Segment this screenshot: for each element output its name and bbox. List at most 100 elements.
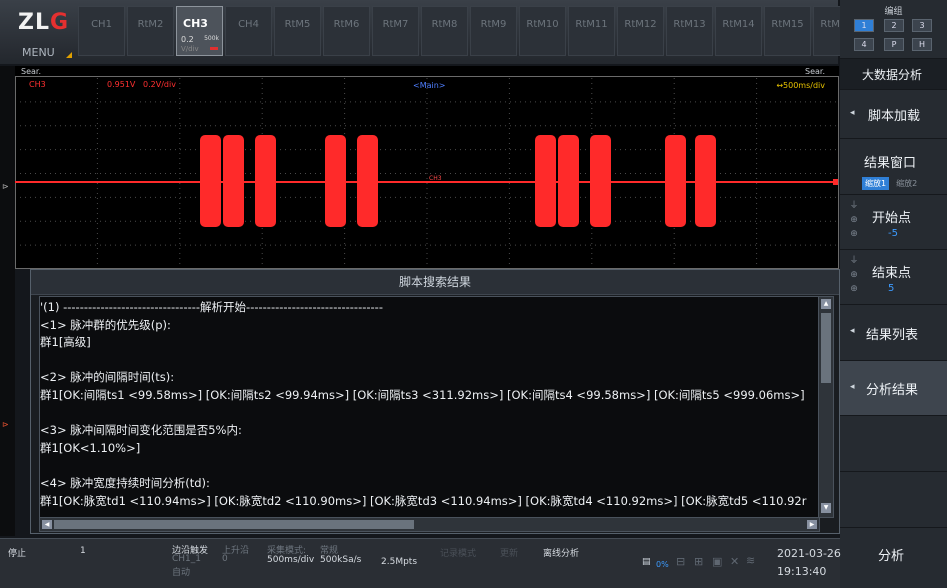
horizontal-scroll-thumb[interactable] (54, 520, 414, 529)
trace-end-marker (833, 179, 838, 185)
channel-marker-strip: ⊳ ⊳ (0, 66, 15, 536)
update-button[interactable]: 更新 (500, 546, 518, 559)
tab-rtm2[interactable]: RtM2 (127, 6, 174, 56)
pulse-burst (357, 135, 378, 227)
menu-button[interactable]: ZLG MENU (6, 2, 72, 62)
scroll-left-icon[interactable]: ◀ (42, 520, 52, 529)
vertical-scrollbar[interactable]: ▲ ▼ (818, 296, 834, 518)
tab-rtm13[interactable]: RtM13 (666, 6, 713, 56)
pulse-burst (325, 135, 346, 227)
trigger-marker-icon[interactable]: ⊳ (2, 182, 9, 191)
pulse-burst (200, 135, 221, 227)
start-point-button[interactable]: ⏚ ⊕ ⊕ 开始点 -5 (840, 194, 947, 249)
result-line: '(1) ---------------------------------解析… (40, 300, 383, 314)
tab-rtm12[interactable]: RtM12 (617, 6, 664, 56)
main-label: <Main> (413, 81, 446, 90)
channel-marker-icon[interactable]: ⊳ (2, 420, 9, 429)
trigger-mode: 自动 (172, 568, 191, 578)
dialog-title: 脚本搜索结果 (31, 270, 839, 295)
tab-rtm9[interactable]: RtM9 (470, 6, 517, 56)
tab-ch4[interactable]: CH4 (225, 6, 272, 56)
channel-offset: 0.951V (107, 80, 136, 89)
pulse-burst (558, 135, 579, 227)
tab-rtm15[interactable]: RtM15 (764, 6, 811, 56)
search-left-label: Sear. (21, 67, 41, 76)
scroll-up-icon[interactable]: ▲ (821, 299, 831, 309)
channel-scale: 0.2V/div (143, 80, 176, 89)
tab-rtm7[interactable]: RtM7 (372, 6, 419, 56)
result-line: <2> 脉冲的间隔时间(ts): (40, 370, 175, 385)
end-point-button[interactable]: ⏚ ⊕ ⊕ 结束点 5 (840, 249, 947, 304)
group-button-2[interactable]: 2 (884, 19, 904, 32)
printer-icon: ▣ (712, 555, 723, 568)
group-button-3[interactable]: 3 (912, 19, 932, 32)
menu-corner-icon (66, 52, 72, 58)
analyze-button[interactable]: 分析 (840, 527, 947, 588)
chevron-left-icon: ◂ (850, 382, 855, 392)
result-line: 群1[OK:脉宽td1 <110.94ms>] [OK:脉宽td2 <110.9… (40, 493, 807, 508)
script-load-button[interactable]: ◂ 脚本加载 (840, 89, 947, 138)
offline-analysis-button[interactable]: 离线分析 (543, 546, 579, 559)
search-right-label: Sear. (805, 67, 825, 76)
marker-icons: ⏚ ⊕ ⊕ (849, 256, 859, 294)
channel-label: CH3 (29, 80, 46, 89)
wifi-icon: ≋ (746, 554, 756, 567)
result-line: 群1[高级] (40, 335, 91, 350)
group-button-4[interactable]: 4 (854, 38, 874, 51)
time: 19:13:40 (777, 565, 827, 578)
tab-rtm5[interactable]: RtM5 (274, 6, 321, 56)
result-line: 群1[OK<1.10%>] (40, 440, 141, 455)
tab-rtm10[interactable]: RtM10 (519, 6, 566, 56)
pulse-burst (255, 135, 276, 227)
empty-slot (840, 415, 947, 471)
tab-rtm11[interactable]: RtM11 (568, 6, 615, 56)
scroll-down-icon[interactable]: ▼ (821, 503, 831, 513)
result-list-button[interactable]: ◂ 结果列表 (840, 304, 947, 360)
channel-color-mark (210, 47, 218, 50)
pulse-burst (590, 135, 611, 227)
analysis-result-button[interactable]: ◂ 分析结果 (840, 360, 947, 415)
channel-unit: V/div (181, 45, 199, 53)
zoom-tabs: 缩放1 缩放2 (862, 177, 924, 190)
result-line: <3> 脉冲间隔时间变化范围是否5%内: (40, 423, 242, 438)
tab-zoom2[interactable]: 缩放2 (893, 177, 920, 190)
tab-rtm14[interactable]: RtM14 (715, 6, 762, 56)
waveform-display[interactable]: Sear. Sear. CH3 0.951V 0.2V/div <Main> ↔… (15, 66, 839, 269)
tab-rtm6[interactable]: RtM6 (323, 6, 370, 56)
group-button-h[interactable]: H (912, 38, 932, 51)
status-timebase: 500ms/div (267, 555, 315, 565)
pulse-burst (223, 135, 244, 227)
tab-label: CH3 (183, 17, 208, 30)
trigger-source: CH1_1 (172, 554, 202, 564)
start-point-value: -5 (888, 228, 898, 239)
big-data-analysis-header: 大数据分析 (840, 58, 947, 89)
group-button-1[interactable]: 1 (854, 19, 874, 32)
waveform-grid (15, 76, 839, 269)
group-selector: 编组 123 4PH (840, 0, 947, 58)
end-point-value: 5 (888, 283, 895, 294)
status-bar: 停止 1 边沿触发 CH1_1 自动 上升沿 0 采集模式: 常规 500ms/… (0, 538, 841, 588)
result-window-label: 结果窗口 (864, 156, 917, 171)
chevron-left-icon: ◂ (850, 326, 855, 336)
end-point-label: 结束点 (872, 266, 912, 281)
empty-slot (840, 471, 947, 527)
right-panel: 编组 123 4PH 大数据分析 ◂ 脚本加载 结果窗口 缩放1 缩放2 ⏚ ⊕ ⊕ … (840, 0, 947, 588)
mute-icon: ✕ (730, 555, 740, 568)
trigger-level: 0 (222, 554, 228, 564)
channel-scale: 0.2 (181, 35, 194, 44)
result-line: <1> 脉冲群的优先级(p): (40, 317, 171, 332)
tab-rtm8[interactable]: RtM8 (421, 6, 468, 56)
tab-ch3[interactable]: CH3 0.2 500k V/div (176, 6, 223, 56)
horizontal-scrollbar[interactable]: ◀ ▶ (39, 517, 820, 532)
scroll-right-icon[interactable]: ▶ (807, 520, 817, 529)
group-button-p[interactable]: P (884, 38, 904, 51)
network-icon: ⊞ (694, 555, 704, 568)
tab-zoom1[interactable]: 缩放1 (862, 177, 890, 190)
results-text-area[interactable]: '(1) ---------------------------------解析… (39, 296, 819, 518)
vertical-scroll-thumb[interactable] (821, 313, 831, 383)
record-mode-button[interactable]: 记录模式 (440, 546, 476, 559)
tab-ch1[interactable]: CH1 (78, 6, 125, 56)
acquisition-count: 1 (80, 546, 86, 556)
run-state[interactable]: 停止 (8, 546, 26, 559)
top-bar: ZLG MENU CH1 RtM2 CH3 0.2 500k V/div CH4 RtM5 Rt… (0, 0, 860, 64)
